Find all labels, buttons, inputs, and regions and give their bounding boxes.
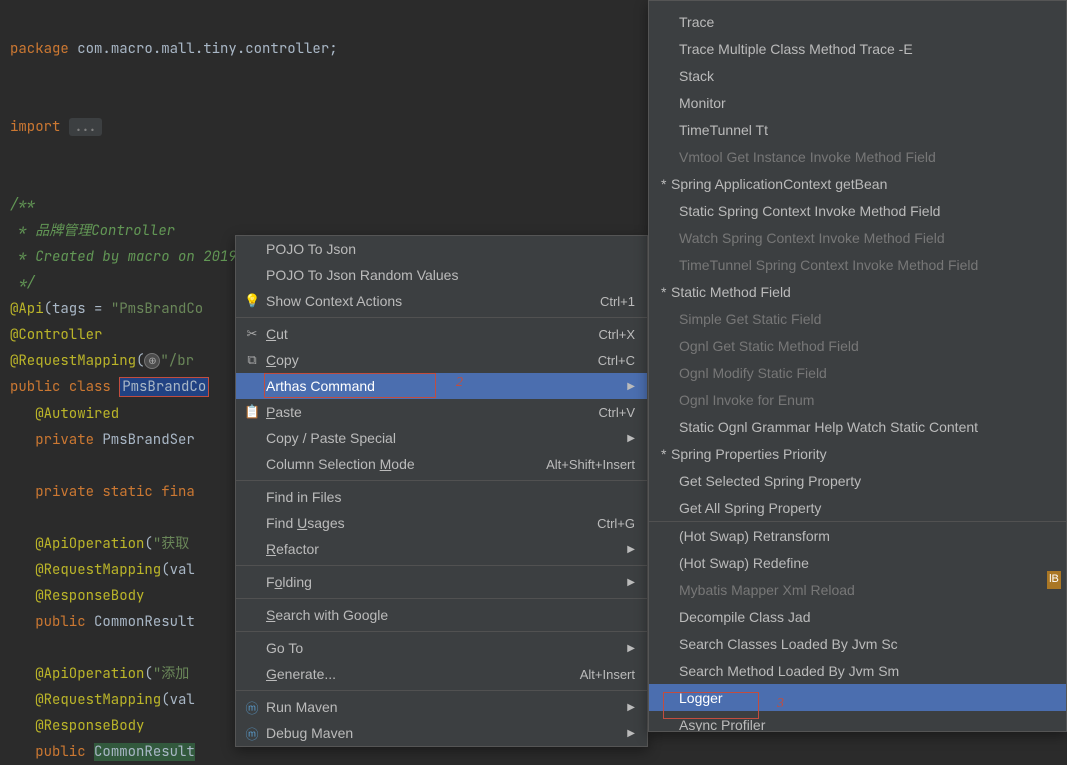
sub-ognl-get-static: Ognl Get Static Method Field bbox=[649, 332, 1066, 359]
chevron-right-icon: ▶ bbox=[627, 577, 635, 588]
sub-vmtool: Vmtool Get Instance Invoke Method Field bbox=[649, 143, 1066, 170]
comment-line: /** bbox=[10, 196, 35, 214]
chevron-right-icon: ▶ bbox=[627, 381, 635, 392]
maven-debug-icon: ⓜ bbox=[244, 724, 260, 743]
sub-hotswap-retransform[interactable]: (Hot Swap) Retransform bbox=[649, 522, 1066, 549]
import-fold[interactable]: ... bbox=[69, 118, 102, 136]
menu-separator bbox=[236, 480, 647, 481]
menu-folding[interactable]: Folding ▶ bbox=[236, 569, 647, 595]
arthas-submenu: Watch Trace Trace Multiple Class Method … bbox=[648, 0, 1067, 732]
chevron-right-icon: ▶ bbox=[627, 544, 635, 555]
context-menu: POJO To Json POJO To Json Random Values … bbox=[235, 235, 648, 747]
shortcut: Alt+Shift+Insert bbox=[546, 457, 635, 472]
maven-icon: ⓜ bbox=[244, 698, 260, 717]
menu-run-maven[interactable]: ⓜ Run Maven ▶ bbox=[236, 694, 647, 720]
chevron-right-icon: ▶ bbox=[627, 728, 635, 739]
sub-header-static-method[interactable]: Static Method Field bbox=[649, 278, 1066, 305]
menu-separator bbox=[236, 565, 647, 566]
copy-icon: ⧉ bbox=[244, 352, 260, 368]
shortcut: Ctrl+1 bbox=[600, 294, 635, 309]
menu-generate[interactable]: Generate... Alt+Insert bbox=[236, 661, 647, 687]
sub-search-classes-sc[interactable]: Search Classes Loaded By Jvm Sc bbox=[649, 630, 1066, 657]
shortcut: Ctrl+C bbox=[598, 353, 635, 368]
menu-search-google[interactable]: Search with Google bbox=[236, 602, 647, 628]
sub-header-spring-ctx[interactable]: Spring ApplicationContext getBean bbox=[649, 170, 1066, 197]
cut-icon: ✂ bbox=[244, 326, 260, 342]
menu-refactor[interactable]: Refactor ▶ bbox=[236, 536, 647, 562]
package-name: com.macro.mall.tiny.controller; bbox=[77, 40, 337, 58]
menu-pojo-to-json-random[interactable]: POJO To Json Random Values bbox=[236, 262, 647, 288]
shortcut: Ctrl+X bbox=[599, 327, 635, 342]
keyword-import: import bbox=[10, 118, 60, 136]
sub-ognl-modify-static: Ognl Modify Static Field bbox=[649, 359, 1066, 386]
menu-debug-maven[interactable]: ⓜ Debug Maven ▶ bbox=[236, 720, 647, 746]
sub-timetunnel[interactable]: TimeTunnel Tt bbox=[649, 116, 1066, 143]
sub-stack[interactable]: Stack bbox=[649, 62, 1066, 89]
comment-line: * 品牌管理Controller bbox=[10, 222, 175, 240]
sub-simple-static: Simple Get Static Field bbox=[649, 305, 1066, 332]
menu-pojo-to-json[interactable]: POJO To Json bbox=[236, 236, 647, 262]
sub-header-spring-props[interactable]: Spring Properties Priority bbox=[649, 440, 1066, 467]
sub-monitor[interactable]: Monitor bbox=[649, 89, 1066, 116]
sub-decompile-jad[interactable]: Decompile Class Jad bbox=[649, 603, 1066, 630]
comment-line: */ bbox=[10, 274, 35, 292]
annotation-3: 3 bbox=[771, 696, 784, 712]
keyword-package: package bbox=[10, 40, 69, 58]
sub-tt-spring-ctx: TimeTunnel Spring Context Invoke Method … bbox=[649, 251, 1066, 278]
menu-copy-paste-special[interactable]: Copy / Paste Special ▶ bbox=[236, 425, 647, 451]
bulb-icon: 💡 bbox=[244, 293, 260, 309]
globe-icon[interactable]: ⊕ bbox=[144, 353, 160, 369]
editor-hint-tag: lB bbox=[1047, 571, 1061, 589]
menu-separator bbox=[236, 690, 647, 691]
sub-hotswap-redefine[interactable]: (Hot Swap) Redefine bbox=[649, 549, 1066, 576]
menu-goto[interactable]: Go To ▶ bbox=[236, 635, 647, 661]
sub-static-ognl-help[interactable]: Static Ognl Grammar Help Watch Static Co… bbox=[649, 413, 1066, 440]
sub-trace-multiple[interactable]: Trace Multiple Class Method Trace -E bbox=[649, 35, 1066, 62]
sub-get-selected-prop[interactable]: Get Selected Spring Property bbox=[649, 467, 1066, 494]
shortcut: Ctrl+V bbox=[599, 405, 635, 420]
menu-copy[interactable]: ⧉ Copy Ctrl+C bbox=[236, 347, 647, 373]
chevron-right-icon: ▶ bbox=[627, 433, 635, 444]
shortcut: Ctrl+G bbox=[597, 516, 635, 531]
shortcut: Alt+Insert bbox=[580, 667, 635, 682]
sub-logger[interactable]: Logger bbox=[649, 684, 1066, 711]
menu-separator bbox=[236, 631, 647, 632]
annotation-2: 2 bbox=[450, 375, 463, 391]
menu-cut[interactable]: ✂ Cut Ctrl+X bbox=[236, 321, 647, 347]
sub-mybatis-reload: Mybatis Mapper Xml Reload bbox=[649, 576, 1066, 603]
menu-separator bbox=[236, 317, 647, 318]
menu-column-selection[interactable]: Column Selection Mode Alt+Shift+Insert bbox=[236, 451, 647, 477]
selected-class-name[interactable]: PmsBrandCo bbox=[119, 377, 209, 397]
sub-static-spring-ctx[interactable]: Static Spring Context Invoke Method Fiel… bbox=[649, 197, 1066, 224]
sub-ognl-enum: Ognl Invoke for Enum bbox=[649, 386, 1066, 413]
menu-separator bbox=[236, 598, 647, 599]
menu-show-context-actions[interactable]: 💡 Show Context Actions Ctrl+1 bbox=[236, 288, 647, 314]
paste-icon: 📋 bbox=[244, 404, 260, 420]
menu-find-in-files[interactable]: Find in Files bbox=[236, 484, 647, 510]
sub-watch: Watch bbox=[649, 0, 1066, 8]
sub-watch-spring-ctx: Watch Spring Context Invoke Method Field bbox=[649, 224, 1066, 251]
sub-get-all-prop[interactable]: Get All Spring Property bbox=[649, 494, 1066, 521]
anno-autowired: @Autowired bbox=[35, 405, 119, 423]
anno-api: @Api bbox=[10, 300, 44, 318]
chevron-right-icon: ▶ bbox=[627, 643, 635, 654]
sub-trace[interactable]: Trace bbox=[649, 8, 1066, 35]
menu-find-usages[interactable]: Find Usages Ctrl+G bbox=[236, 510, 647, 536]
chevron-right-icon: ▶ bbox=[627, 702, 635, 713]
menu-arthas-command[interactable]: Arthas Command ▶ bbox=[236, 373, 647, 399]
anno-controller: @Controller bbox=[10, 326, 102, 344]
menu-paste[interactable]: 📋 Paste Ctrl+V bbox=[236, 399, 647, 425]
sub-async-profiler[interactable]: Async Profiler bbox=[649, 711, 1066, 732]
sub-search-method-sm[interactable]: Search Method Loaded By Jvm Sm bbox=[649, 657, 1066, 684]
anno-requestmapping: @RequestMapping bbox=[10, 352, 136, 370]
